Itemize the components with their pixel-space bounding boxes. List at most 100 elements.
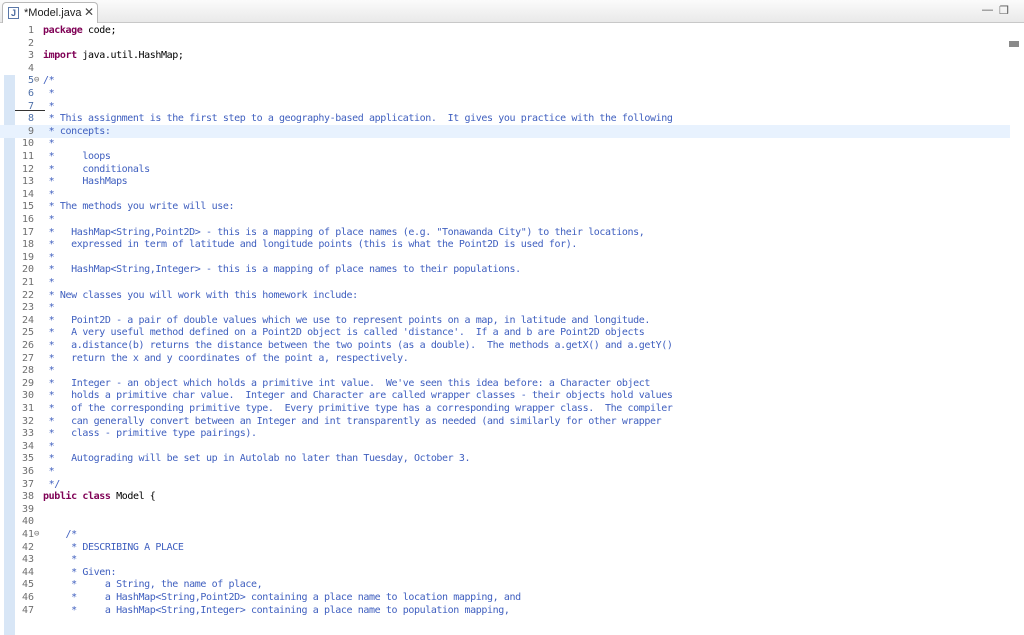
fold-toggle-icon[interactable]: ⊖: [34, 74, 42, 87]
code-line[interactable]: 41⊖ /*: [0, 528, 1010, 541]
code-line[interactable]: 9 * concepts:: [0, 125, 1010, 138]
code-text: *: [43, 213, 54, 226]
line-number: 27: [0, 352, 34, 365]
line-number: 32: [0, 415, 34, 428]
code-line[interactable]: 7 *: [0, 100, 1010, 113]
code-line[interactable]: 33 * class - primitive type pairings).: [0, 427, 1010, 440]
code-line[interactable]: 36 *: [0, 465, 1010, 478]
code-line[interactable]: 34 *: [0, 440, 1010, 453]
code-text: *: [43, 440, 54, 453]
line-number: 9: [0, 125, 34, 138]
line-number: 40: [0, 515, 34, 528]
code-line[interactable]: 21 *: [0, 276, 1010, 289]
code-line[interactable]: 19 *: [0, 251, 1010, 264]
code-line[interactable]: 4: [0, 62, 1010, 75]
code-line[interactable]: 14 *: [0, 188, 1010, 201]
code-line[interactable]: 12 * conditionals: [0, 163, 1010, 176]
code-line[interactable]: 20 * HashMap<String,Integer> - this is a…: [0, 263, 1010, 276]
code-text: * The methods you write will use:: [43, 200, 234, 213]
code-line[interactable]: 40: [0, 515, 1010, 528]
code-line[interactable]: 22 * New classes you will work with this…: [0, 289, 1010, 302]
code-line[interactable]: 25 * A very useful method defined on a P…: [0, 326, 1010, 339]
code-line[interactable]: 13 * HashMaps: [0, 175, 1010, 188]
overview-ruler[interactable]: [1008, 23, 1024, 620]
line-number: 37: [0, 478, 34, 491]
code-text: *: [43, 87, 54, 100]
code-text: * Integer - an object which holds a prim…: [43, 377, 650, 390]
code-line[interactable]: 44 * Given:: [0, 566, 1010, 579]
code-line[interactable]: 1 package code;: [0, 24, 1010, 37]
code-line[interactable]: 32 * can generally convert between an In…: [0, 415, 1010, 428]
line-number: 41: [0, 528, 34, 541]
line-number: 4: [0, 62, 34, 75]
code-line[interactable]: 5⊖/*: [0, 74, 1010, 87]
code-line[interactable]: 38public class Model {: [0, 490, 1010, 503]
editor-tab-bar: J *Model.java ✕ — ❐: [0, 0, 1024, 23]
code-text: * loops: [43, 150, 110, 163]
code-text: *: [43, 251, 54, 264]
code-text: * a String, the name of place,: [43, 578, 262, 591]
line-number: 26: [0, 339, 34, 352]
code-line[interactable]: 11 * loops: [0, 150, 1010, 163]
code-line[interactable]: 24 * Point2D - a pair of double values w…: [0, 314, 1010, 327]
code-text: * Point2D - a pair of double values whic…: [43, 314, 650, 327]
code-line[interactable]: 46 * a HashMap<String,Point2D> containin…: [0, 591, 1010, 604]
code-line[interactable]: 35 * Autograding will be set up in Autol…: [0, 452, 1010, 465]
code-line[interactable]: 47 * a HashMap<String,Integer> containin…: [0, 604, 1010, 617]
line-number: 5: [0, 74, 34, 87]
code-text: * class - primitive type pairings).: [43, 427, 257, 440]
code-line[interactable]: 28 *: [0, 364, 1010, 377]
fold-toggle-icon[interactable]: ⊖: [34, 528, 42, 541]
code-editor[interactable]: 1 package code;23import java.util.HashMap…: [0, 23, 1024, 620]
code-line[interactable]: 23 *: [0, 301, 1010, 314]
code-line[interactable]: 17 * HashMap<String,Point2D> - this is a…: [0, 226, 1010, 239]
code-line[interactable]: 10 *: [0, 137, 1010, 150]
code-text: * HashMap<String,Integer> - this is a ma…: [43, 263, 521, 276]
code-line[interactable]: 8 * This assignment is the first step to…: [0, 112, 1010, 125]
line-number: 14: [0, 188, 34, 201]
line-number: 25: [0, 326, 34, 339]
code-line[interactable]: 27 * return the x and y coordinates of t…: [0, 352, 1010, 365]
code-line[interactable]: 2: [0, 37, 1010, 50]
code-text: import java.util.HashMap;: [43, 49, 184, 62]
code-line[interactable]: 18 * expressed in term of latitude and l…: [0, 238, 1010, 251]
close-icon[interactable]: ✕: [84, 5, 94, 19]
code-line[interactable]: 37 */: [0, 478, 1010, 491]
code-line[interactable]: 6 *: [0, 87, 1010, 100]
line-number: 1: [0, 24, 34, 37]
code-line[interactable]: 29 * Integer - an object which holds a p…: [0, 377, 1010, 390]
code-line[interactable]: 43 *: [0, 553, 1010, 566]
code-text: * holds a primitive char value. Integer …: [43, 389, 673, 402]
code-text: package code;: [43, 24, 116, 37]
line-number: 18: [0, 238, 34, 251]
line-number: 31: [0, 402, 34, 415]
line-number: 42: [0, 541, 34, 554]
code-line[interactable]: 45 * a String, the name of place,: [0, 578, 1010, 591]
line-number: 38: [0, 490, 34, 503]
code-line[interactable]: 30 * holds a primitive char value. Integ…: [0, 389, 1010, 402]
code-text: * Given:: [43, 566, 116, 579]
line-number: 8: [0, 112, 34, 125]
code-text: * expressed in term of latitude and long…: [43, 238, 577, 251]
tab-model-java[interactable]: J *Model.java ✕: [2, 2, 98, 23]
code-text: * HashMaps: [43, 175, 127, 188]
line-number: 33: [0, 427, 34, 440]
code-line[interactable]: 42 * DESCRIBING A PLACE: [0, 541, 1010, 554]
code-line[interactable]: 16 *: [0, 213, 1010, 226]
code-line[interactable]: 26 * a.distance(b) returns the distance …: [0, 339, 1010, 352]
code-text: * Autograding will be set up in Autolab …: [43, 452, 470, 465]
code-text: * can generally convert between an Integ…: [43, 415, 661, 428]
code-line[interactable]: 39: [0, 503, 1010, 516]
line-number: 10: [0, 137, 34, 150]
minimize-icon[interactable]: —: [982, 4, 993, 16]
line-number: 46: [0, 591, 34, 604]
code-line[interactable]: 15 * The methods you write will use:: [0, 200, 1010, 213]
line-number: 11: [0, 150, 34, 163]
line-number: 34: [0, 440, 34, 453]
maximize-icon[interactable]: ❐: [999, 4, 1009, 17]
line-number: 13: [0, 175, 34, 188]
line-number: 43: [0, 553, 34, 566]
overview-marker[interactable]: [1009, 41, 1019, 47]
code-line[interactable]: 31 * of the corresponding primitive type…: [0, 402, 1010, 415]
code-line[interactable]: 3import java.util.HashMap;: [0, 49, 1010, 62]
